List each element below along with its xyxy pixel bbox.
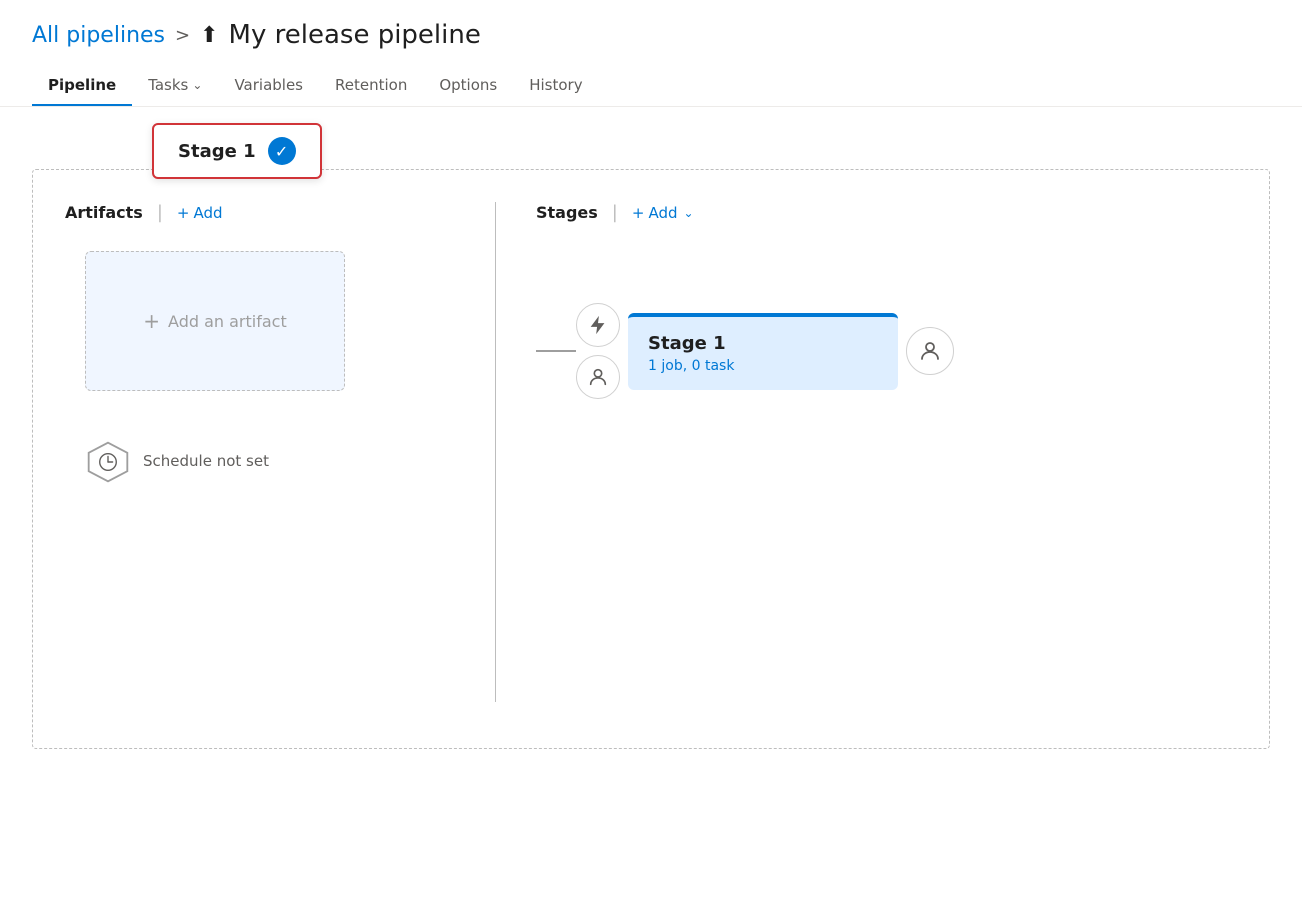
stage-card-area: Stage 1 1 job, 0 task — [536, 303, 1237, 399]
pre-deployment-icon[interactable] — [576, 355, 620, 399]
check-icon: ✓ — [268, 137, 296, 165]
tab-tasks[interactable]: Tasks ⌄ — [132, 66, 218, 106]
artifacts-separator: | — [157, 202, 163, 223]
lightning-icon[interactable] — [576, 303, 620, 347]
plus-icon: + — [632, 204, 645, 222]
connector-line-left — [536, 350, 576, 352]
tab-options[interactable]: Options — [423, 66, 513, 106]
schedule-label: Schedule not set — [143, 452, 269, 472]
stage-meta: 1 job, 0 task — [648, 358, 878, 374]
page-header: All pipelines > ⬆ My release pipeline — [0, 0, 1302, 50]
chevron-down-icon: ⌄ — [192, 78, 202, 92]
artifacts-title: Artifacts — [65, 203, 143, 222]
stage-name: Stage 1 — [648, 333, 878, 354]
schedule-widget[interactable]: Schedule not set — [85, 439, 495, 485]
stage-card-inner: Stage 1 1 job, 0 task — [628, 317, 898, 390]
pipeline-icon: ⬆ — [200, 23, 218, 48]
artifact-add-inner: + Add an artifact — [143, 309, 286, 333]
artifacts-section: Artifacts | + Add + Add an artifact — [65, 202, 495, 702]
post-deployment-icon[interactable] — [906, 327, 954, 375]
pipeline-title: ⬆ My release pipeline — [200, 20, 481, 50]
stage-popup[interactable]: Stage 1 ✓ — [152, 123, 322, 179]
tab-pipeline[interactable]: Pipeline — [32, 66, 132, 106]
chevron-down-icon: ⌄ — [684, 206, 694, 220]
stage-popup-label: Stage 1 — [178, 141, 256, 162]
tab-history[interactable]: History — [513, 66, 598, 106]
stages-header: Stages | + Add ⌄ — [536, 202, 1237, 223]
nav-tabs: Pipeline Tasks ⌄ Variables Retention Opt… — [0, 66, 1302, 107]
stage-card[interactable]: Stage 1 1 job, 0 task — [628, 313, 898, 390]
all-pipelines-link[interactable]: All pipelines — [32, 23, 165, 48]
connector — [536, 350, 576, 352]
tab-retention[interactable]: Retention — [319, 66, 423, 106]
plus-icon: + — [177, 204, 190, 222]
plus-icon: + — [143, 309, 160, 333]
add-artifact-box[interactable]: + Add an artifact — [85, 251, 345, 391]
add-stage-button[interactable]: + Add ⌄ — [632, 204, 694, 222]
schedule-icon — [85, 439, 131, 485]
pipeline-canvas: Artifacts | + Add + Add an artifact — [32, 169, 1270, 749]
add-artifact-button[interactable]: + Add — [177, 204, 223, 222]
stages-separator: | — [612, 202, 618, 223]
stage-left-icons — [576, 303, 620, 399]
breadcrumb-separator: > — [175, 25, 190, 46]
stages-section: Stages | + Add ⌄ — [496, 202, 1237, 702]
artifacts-header: Artifacts | + Add — [65, 202, 495, 223]
breadcrumb: All pipelines > ⬆ My release pipeline — [32, 20, 1270, 50]
stages-title: Stages — [536, 203, 598, 222]
canvas-sections: Artifacts | + Add + Add an artifact — [65, 202, 1237, 702]
add-artifact-label: Add an artifact — [168, 312, 287, 331]
main-content: Stage 1 ✓ Artifacts | + Add + Add an — [0, 107, 1302, 781]
tab-variables[interactable]: Variables — [218, 66, 319, 106]
